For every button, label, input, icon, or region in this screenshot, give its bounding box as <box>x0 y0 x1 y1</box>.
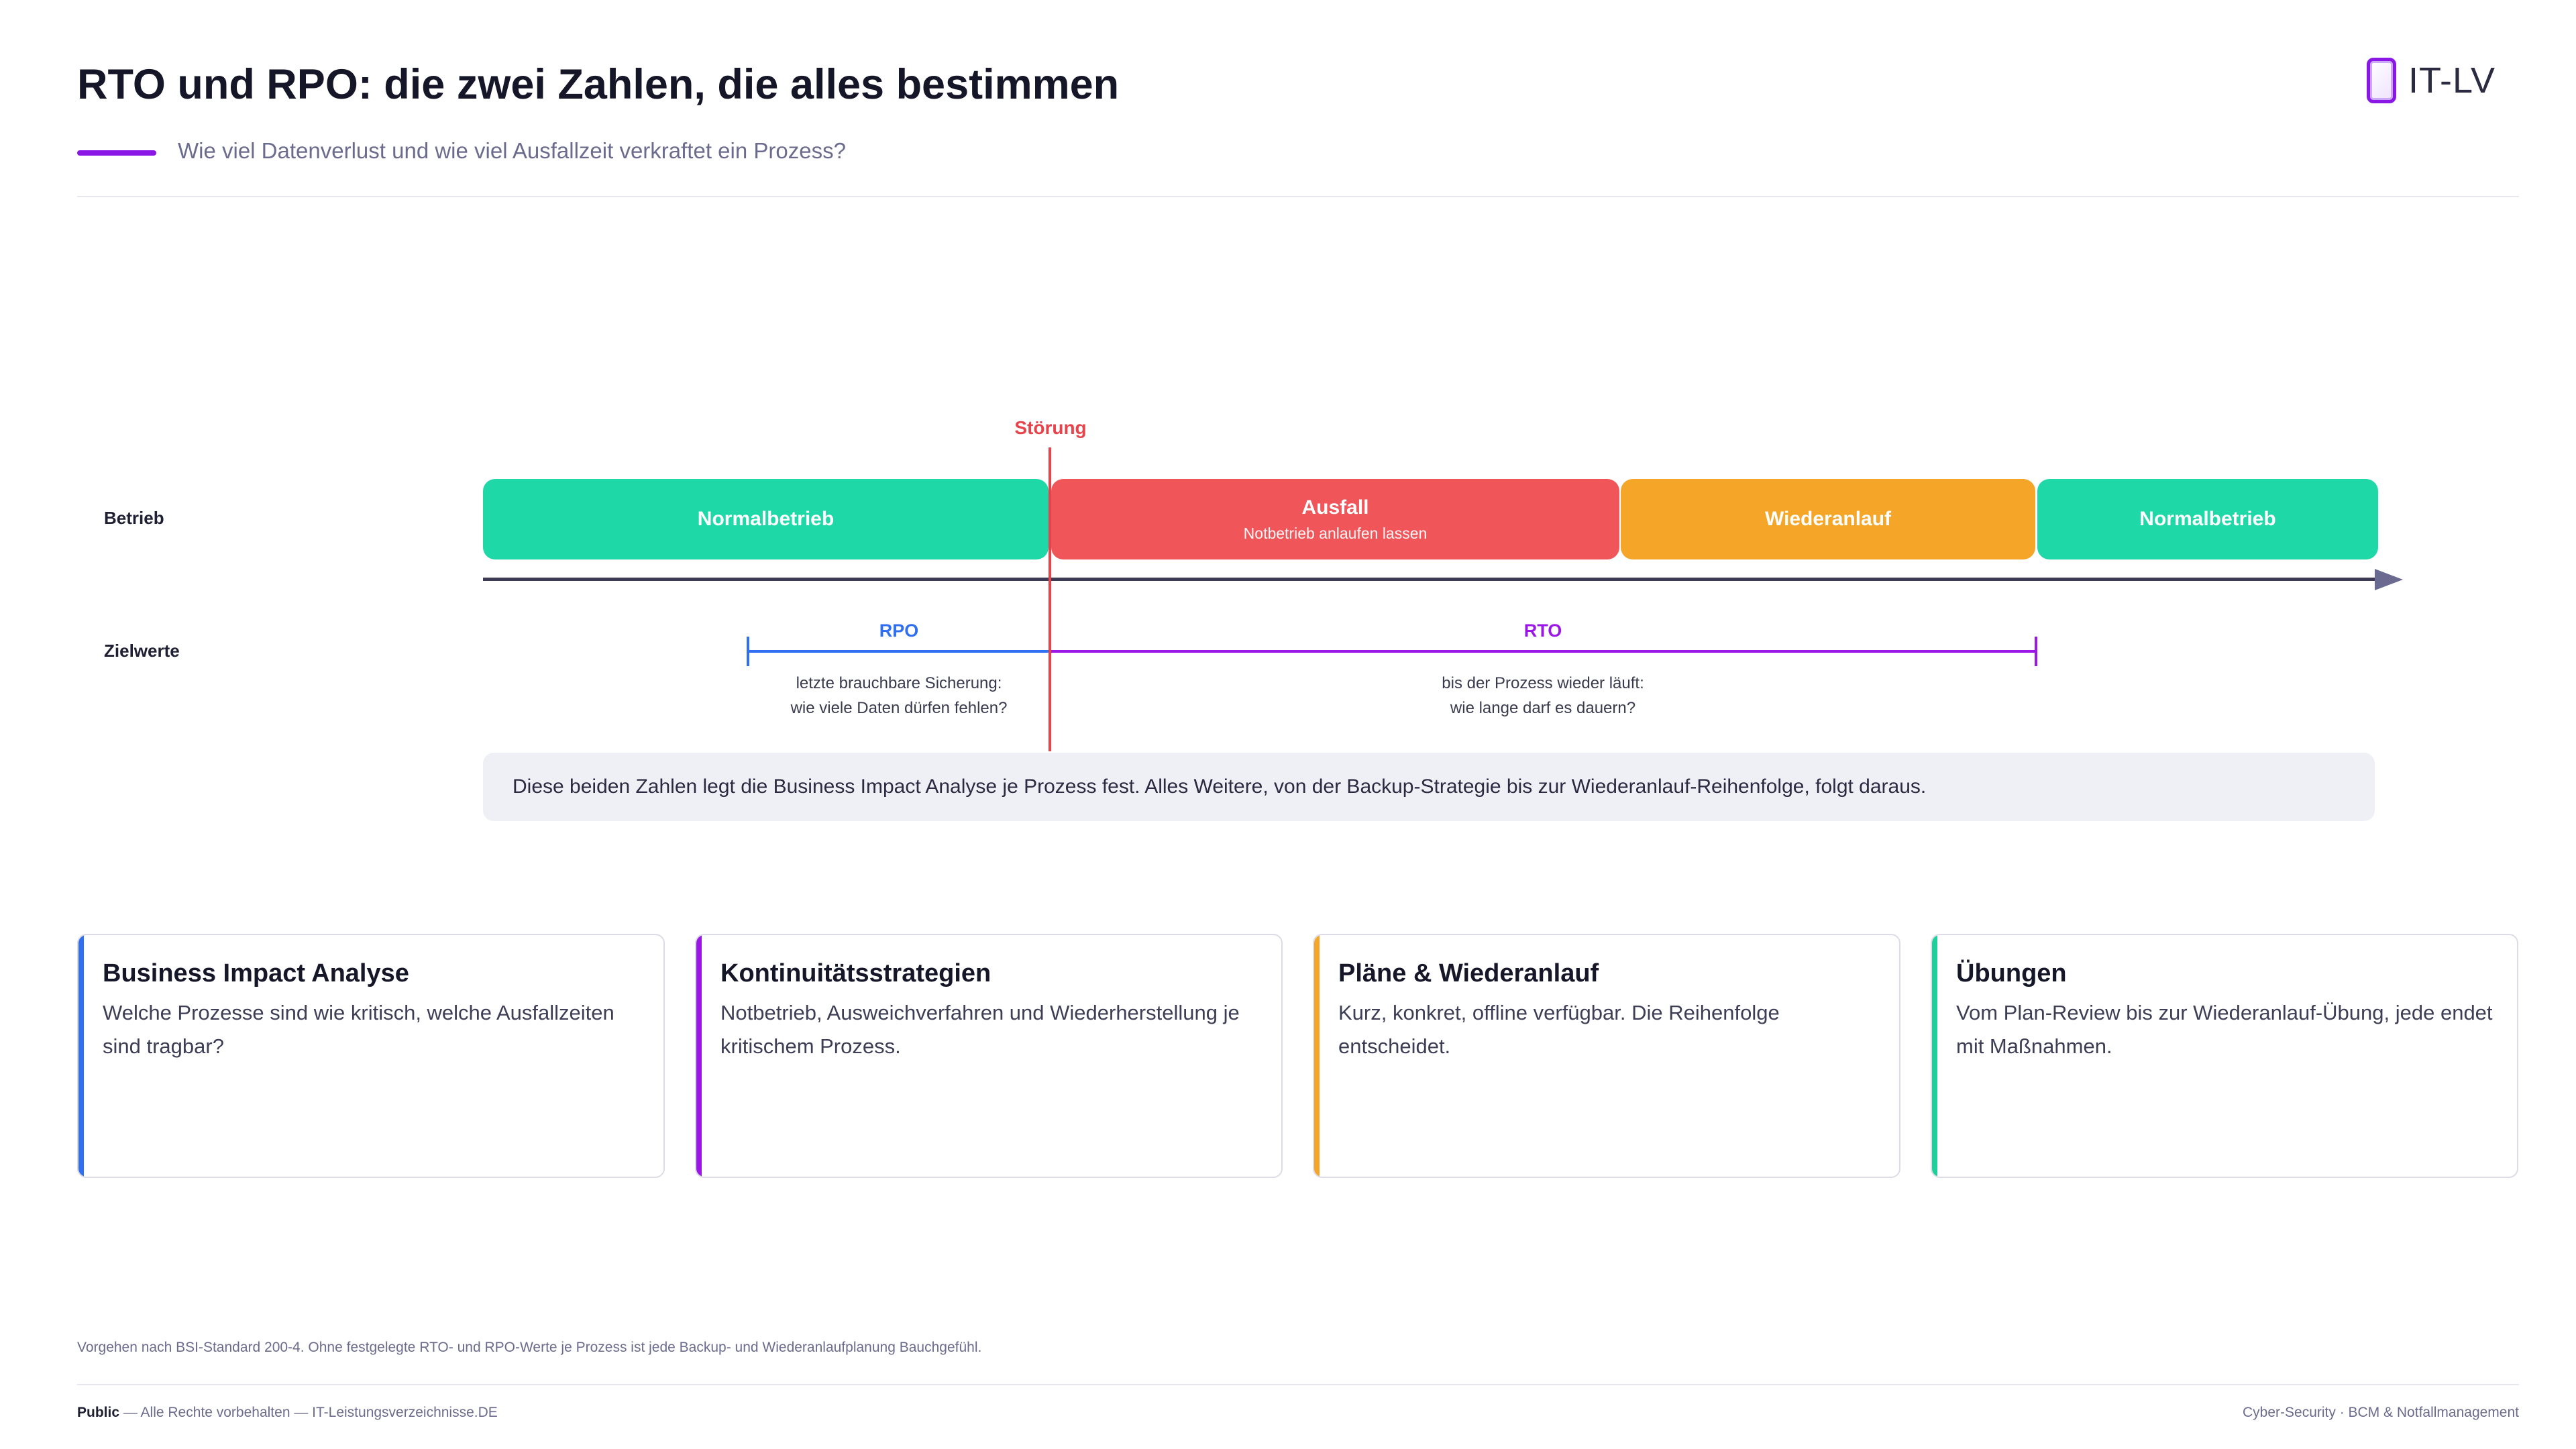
time-axis <box>483 578 2381 581</box>
bia-note-box: Diese beiden Zahlen legt die Business Im… <box>483 753 2375 821</box>
rto-bracket-end <box>2035 637 2037 666</box>
rto-desc-line-1: bis der Prozess wieder läuft: <box>1442 674 1644 692</box>
phase-label: Normalbetrieb <box>2139 508 2276 530</box>
rto-desc-line-2: wie lange darf es dauern? <box>1450 699 1636 717</box>
card-accent-bar <box>696 935 702 1177</box>
rpo-desc-line-2: wie viele Daten dürfen fehlen? <box>790 699 1008 717</box>
rto-label: RTO <box>1523 621 1562 641</box>
rpo-description: letzte brauchbare Sicherung: wie viele D… <box>791 671 1008 720</box>
card-uebungen: Übungen Vom Plan-Review bis zur Wiederan… <box>1931 934 2518 1178</box>
phase-label: Ausfall <box>1301 496 1369 519</box>
rpo-label: RPO <box>879 621 919 641</box>
brand-logo: IT-LV <box>2367 58 2496 103</box>
card-text: Vom Plan-Review bis zur Wiederanlauf-Übu… <box>1956 1001 2493 1058</box>
phase-normalbetrieb-1: Normalbetrieb <box>483 479 1049 559</box>
row-label-zielwerte: Zielwerte <box>104 641 180 661</box>
phase-label: Wiederanlauf <box>1764 508 1892 530</box>
footer-rights: — Alle Rechte vorbehalten — IT-Leistungs… <box>119 1405 498 1420</box>
card-business-impact-analyse: Business Impact Analyse Welche Prozesse … <box>77 934 665 1178</box>
phase-sublabel: Notbetrieb anlaufen lassen <box>1243 524 1428 542</box>
card-text: Welche Prozesse sind wie kritisch, welch… <box>103 1001 614 1058</box>
page-subtitle: Wie viel Datenverlust und wie viel Ausfa… <box>178 138 846 163</box>
card-accent-bar <box>1314 935 1320 1177</box>
footer-topic: Cyber-Security · BCM & Notfallmanagement <box>2243 1405 2519 1420</box>
rpo-desc-line-1: letzte brauchbare Sicherung: <box>796 674 1002 692</box>
phase-label: Normalbetrieb <box>697 508 835 530</box>
rto-description: bis der Prozess wieder läuft: wie lange … <box>1442 671 1644 720</box>
phase-wiederanlauf: Wiederanlauf <box>1621 479 2035 559</box>
footer-classification: Public <box>77 1405 120 1420</box>
footer-divider <box>77 1384 2519 1385</box>
stoerung-marker-line <box>1049 447 1051 751</box>
row-label-betrieb: Betrieb <box>104 508 164 528</box>
card-title: Kontinuitätsstrategien <box>720 959 991 987</box>
card-text: Notbetrieb, Ausweichverfahren und Wieder… <box>720 1001 1240 1058</box>
card-kontinuitaetsstrategien: Kontinuitätsstrategien Notbetrieb, Auswe… <box>695 934 1283 1178</box>
title-accent-bar <box>77 150 156 156</box>
card-text: Kurz, konkret, offline verfügbar. Die Re… <box>1338 1001 1780 1058</box>
header-divider <box>77 196 2519 197</box>
stoerung-label: Störung <box>1014 417 1087 438</box>
card-accent-bar <box>78 935 84 1177</box>
page-title: RTO und RPO: die zwei Zahlen, die alles … <box>77 61 1120 108</box>
footnote: Vorgehen nach BSI-Standard 200-4. Ohne f… <box>77 1340 982 1355</box>
card-plaene-wiederanlauf: Pläne & Wiederanlauf Kurz, konkret, offl… <box>1313 934 1900 1178</box>
footer-copyright: Public — Alle Rechte vorbehalten — IT-Le… <box>77 1405 498 1421</box>
logo-text: IT-LV <box>2408 60 2496 101</box>
time-axis-arrow-icon <box>2375 569 2403 590</box>
rpo-bracket-line <box>747 650 1050 653</box>
card-title: Übungen <box>1956 959 2067 987</box>
rto-bracket-line <box>1051 650 2037 653</box>
phase-normalbetrieb-2: Normalbetrieb <box>2037 479 2378 559</box>
card-title: Business Impact Analyse <box>103 959 409 987</box>
phase-ausfall: Ausfall Notbetrieb anlaufen lassen <box>1051 479 1619 559</box>
card-title: Pläne & Wiederanlauf <box>1338 959 1599 987</box>
card-accent-bar <box>1932 935 1937 1177</box>
logo-tablet-icon <box>2367 58 2396 103</box>
